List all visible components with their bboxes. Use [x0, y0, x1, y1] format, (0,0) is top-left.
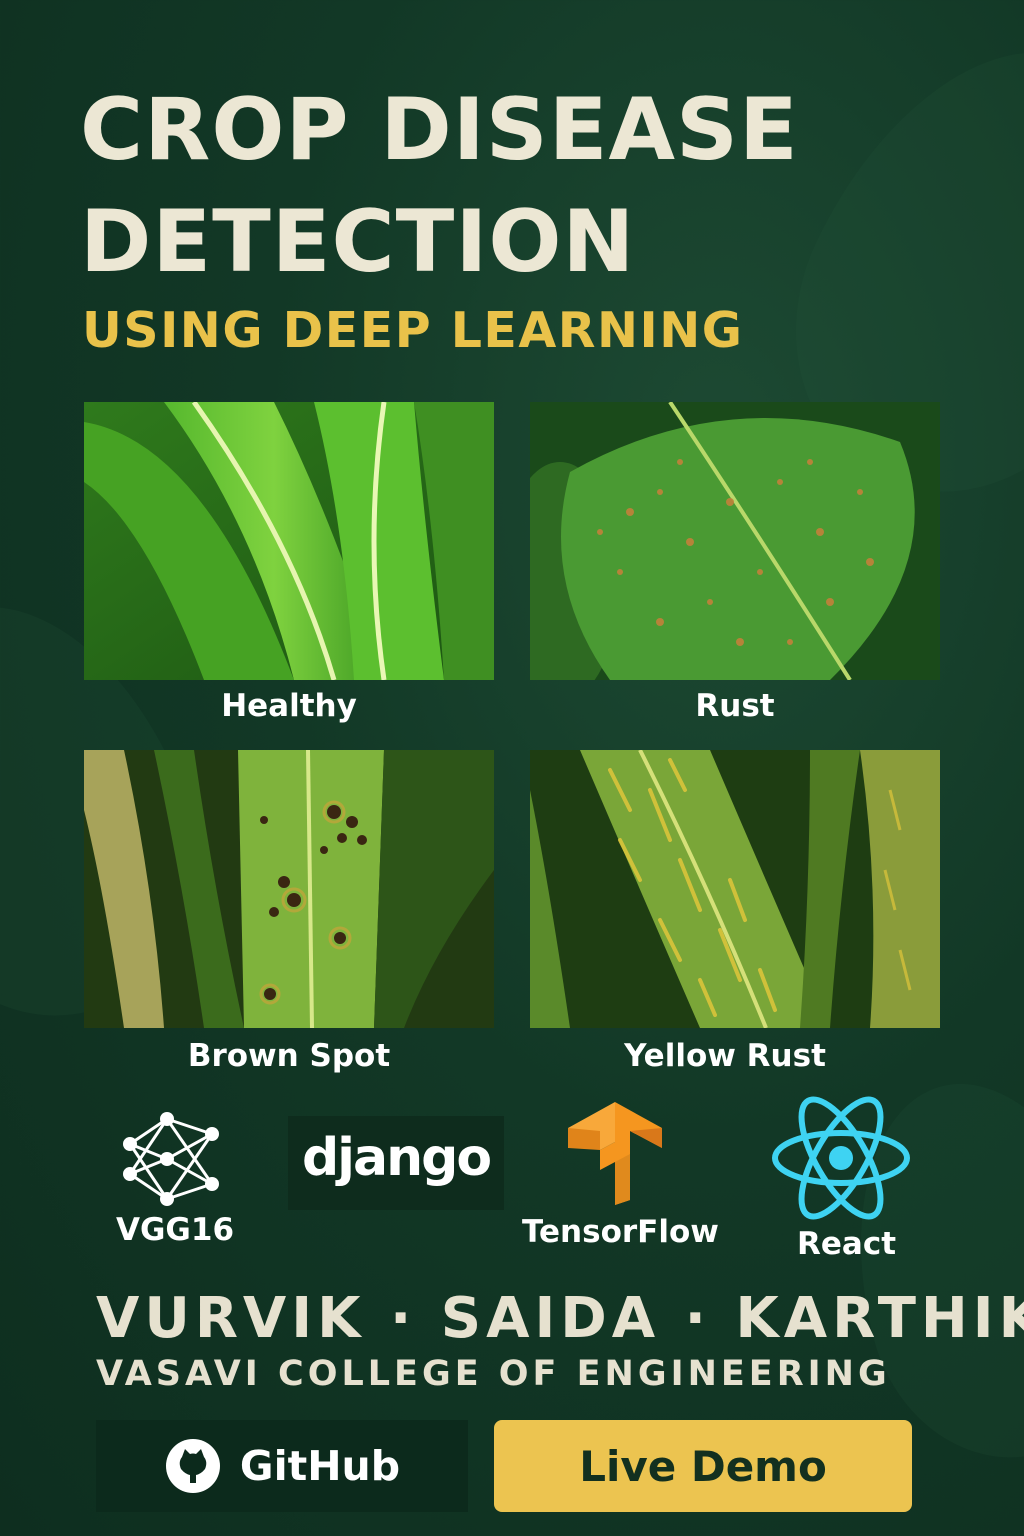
rust-leaf-image — [530, 402, 940, 680]
brown-spot-leaf-image — [84, 750, 494, 1028]
yellow-rust-leaf-image — [530, 750, 940, 1028]
tensorflow-label: TensorFlow — [522, 1214, 719, 1250]
healthy-label: Healthy — [221, 688, 357, 724]
tech-tensorflow: TensorFlow — [520, 1100, 720, 1260]
live-demo-button-label: Live Demo — [579, 1441, 827, 1491]
neural-network-icon — [123, 1112, 219, 1206]
github-button[interactable]: GitHub — [96, 1420, 468, 1512]
github-icon — [165, 1439, 220, 1493]
django-logo: django — [301, 1128, 492, 1188]
rust-label: Rust — [695, 688, 775, 724]
react-label: React — [797, 1226, 897, 1262]
healthy-leaf-image — [84, 402, 494, 680]
page-subtitle: USING DEEP LEARNING — [82, 302, 744, 359]
vgg16-label: VGG16 — [116, 1212, 235, 1248]
team-members: VURVIK · SAIDA · KARTHIK — [96, 1286, 1024, 1351]
page-title-line-1: CROP DISEASE — [80, 80, 799, 180]
page-title-line-2: DETECTION — [80, 192, 636, 292]
college-name: VASAVI COLLEGE OF ENGINEERING — [96, 1354, 891, 1394]
react-logo — [772, 1096, 910, 1220]
brown-spot-label: Brown Spot — [187, 1038, 391, 1074]
tech-vgg16: VGG16 — [104, 1100, 244, 1270]
github-button-label: GitHub — [239, 1442, 401, 1490]
tech-react: React — [764, 1096, 924, 1266]
tensorflow-logo — [568, 1102, 662, 1205]
tech-django: django — [288, 1116, 504, 1210]
live-demo-button[interactable]: Live Demo — [494, 1420, 912, 1512]
yellow-rust-label: Yellow Rust — [624, 1038, 826, 1074]
